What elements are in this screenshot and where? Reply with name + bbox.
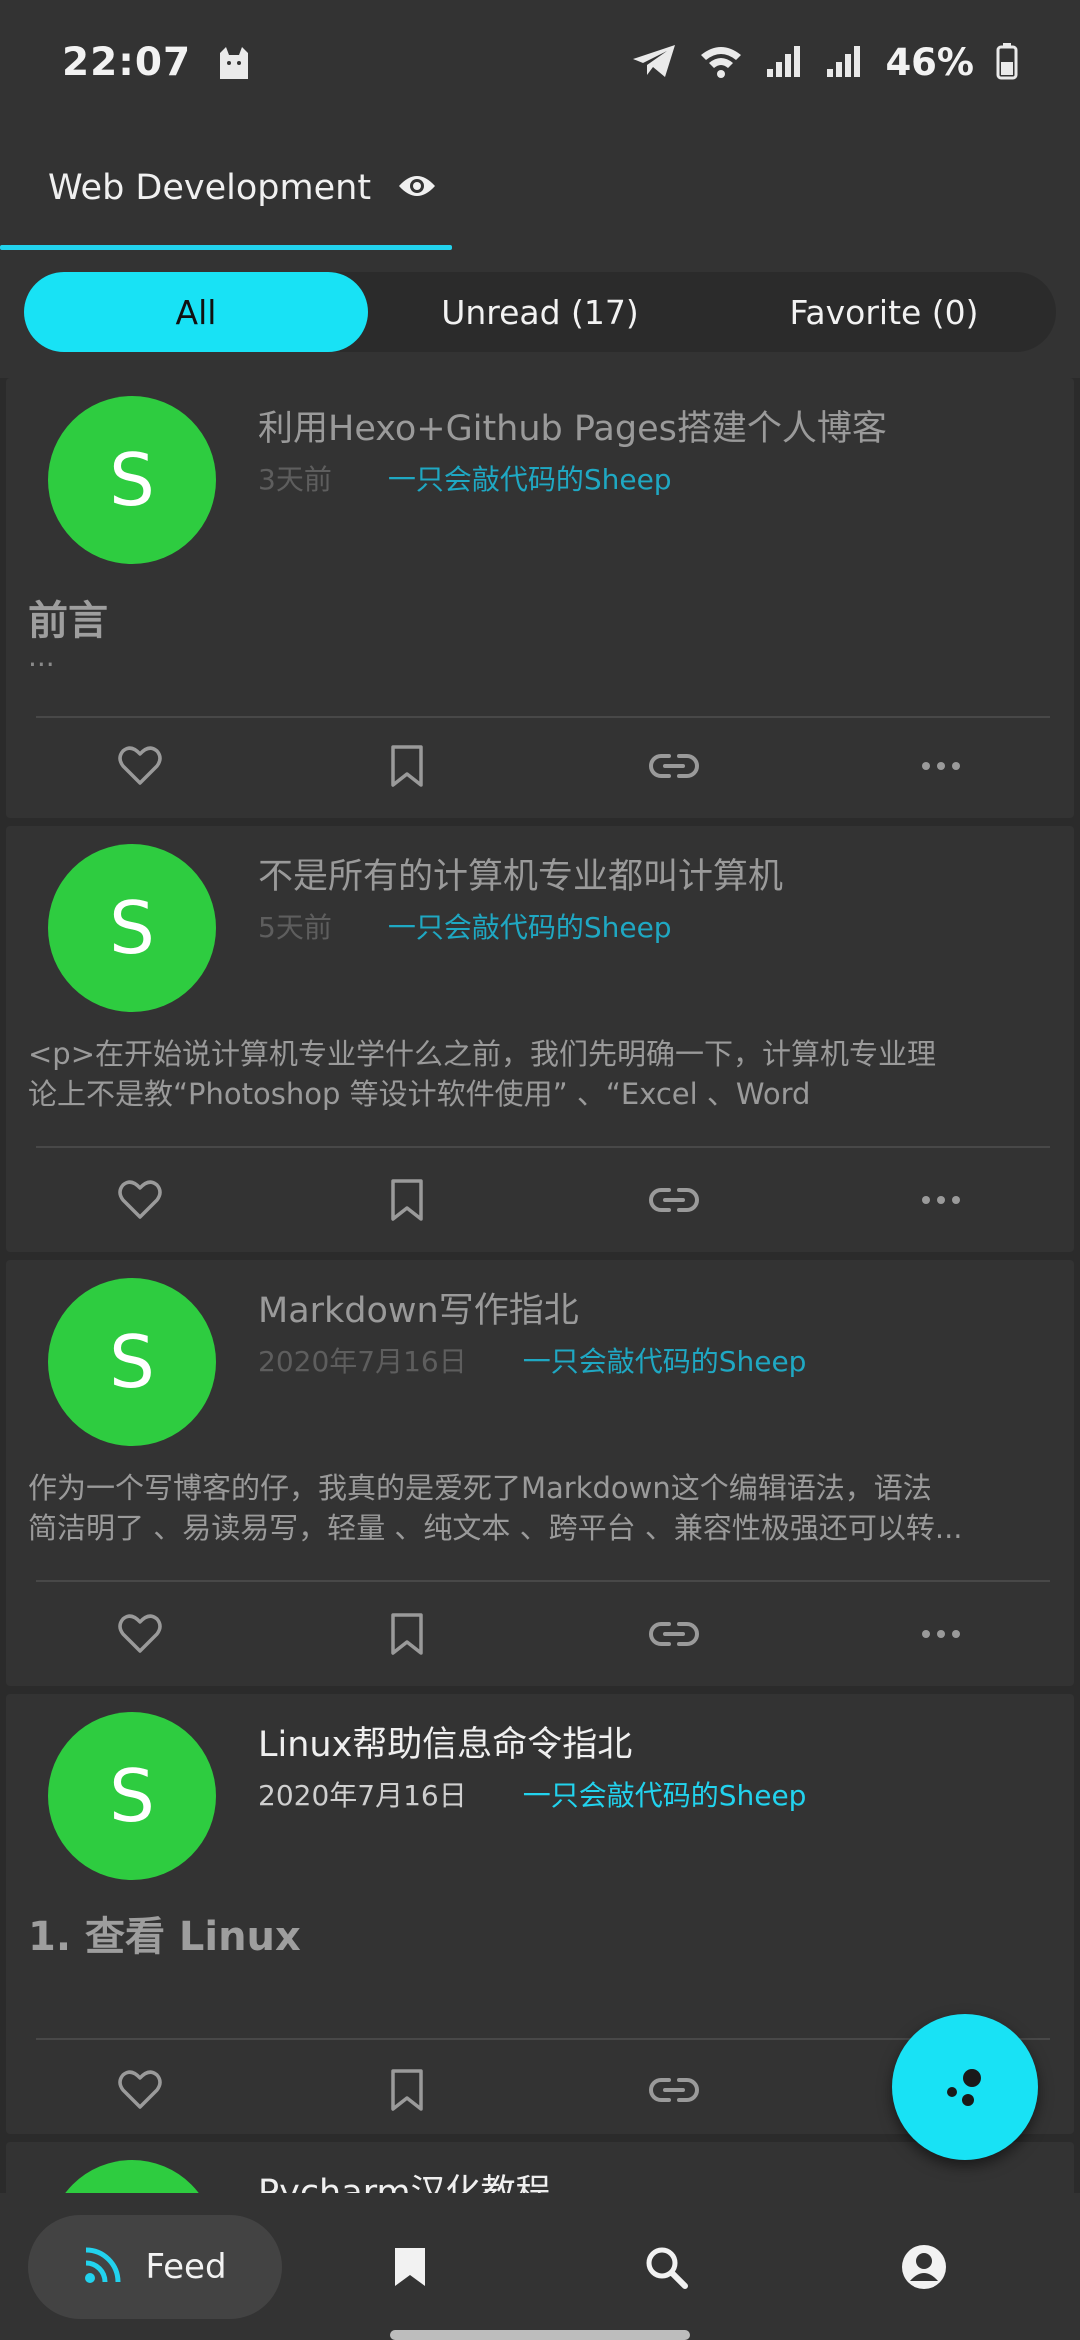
feed-list: S 利用Hexo+Github Pages搭建个人博客 3天前 一只会敲代码的S…	[0, 378, 1080, 2193]
rss-icon	[83, 2245, 123, 2289]
avatar: S	[48, 2160, 216, 2193]
avatar: S	[48, 1712, 216, 1880]
bookmark-icon[interactable]	[273, 2050, 540, 2130]
article-author-link[interactable]: 一只会敲代码的Sheep	[388, 458, 672, 498]
article-meta: 5天前 一只会敲代码的Sheep	[258, 906, 672, 946]
heart-icon[interactable]	[6, 2050, 273, 2130]
card-actions	[6, 1594, 1074, 1674]
link-icon[interactable]	[540, 726, 807, 806]
filter-favorite-button[interactable]: Favorite (0)	[712, 272, 1056, 352]
article-meta: 3天前 一只会敲代码的Sheep	[258, 458, 672, 498]
article-author-link[interactable]: 一只会敲代码的Sheep	[388, 906, 672, 946]
article-title[interactable]: 不是所有的计算机专业都叫计算机	[258, 848, 783, 899]
article-author-link[interactable]: 一只会敲代码的Sheep	[523, 1774, 807, 1814]
status-time: 22:07	[62, 40, 192, 85]
link-icon[interactable]	[540, 1594, 807, 1674]
feed-card[interactable]: S 利用Hexo+Github Pages搭建个人博客 3天前 一只会敲代码的S…	[6, 378, 1074, 818]
link-icon[interactable]	[540, 2050, 807, 2130]
article-author-link[interactable]: 一只会敲代码的Sheep	[523, 1340, 807, 1380]
avatar: S	[48, 1278, 216, 1446]
bookmark-icon[interactable]	[273, 1594, 540, 1674]
card-divider	[36, 716, 1050, 718]
article-title[interactable]: Linux帮助信息命令指北	[258, 1716, 632, 1767]
more-icon[interactable]	[807, 726, 1074, 806]
excerpt-line: 论上不是教“Photoshop 等设计软件使用” 、“Excel 、Word	[28, 1077, 811, 1111]
article-excerpt: 作为一个写博客的仔，我真的是爱死了Markdown这个编辑语法，语法 简洁明了 …	[28, 1468, 1058, 1548]
nav-account-icon[interactable]	[892, 2235, 956, 2299]
nav-bookmark-icon[interactable]	[378, 2235, 442, 2299]
nav-feed-button[interactable]: Feed	[28, 2214, 282, 2319]
filter-segmented-control: All Unread (17) Favorite (0)	[24, 272, 1056, 352]
nav-feed-label: Feed	[145, 2246, 227, 2287]
article-time: 5天前	[258, 911, 332, 944]
nav-search-icon[interactable]	[634, 2235, 698, 2299]
status-icons: 46%	[631, 41, 1018, 84]
excerpt-line: 简洁明了 、易读易写，轻量 、纯文本 、跨平台 、兼容性极强还可以转...	[28, 1511, 963, 1545]
article-title[interactable]: Pycharm汉化教程	[258, 2164, 551, 2193]
excerpt-line: 作为一个写博客的仔，我真的是爱死了Markdown这个编辑语法，语法	[28, 1471, 932, 1505]
avatar: S	[48, 396, 216, 564]
app-screen: 22:07 46% Web Development All Unread (17…	[0, 0, 1080, 2340]
article-excerpt: ...	[28, 640, 55, 673]
more-icon[interactable]	[807, 1160, 1074, 1240]
bookmark-icon[interactable]	[273, 726, 540, 806]
card-actions	[6, 726, 1074, 806]
eye-icon[interactable]	[397, 172, 437, 204]
article-excerpt: <p>在开始说计算机专业学什么之前，我们先明确一下，计算机专业理 论上不是教“P…	[28, 1034, 1058, 1114]
article-time: 2020年7月16日	[258, 1779, 467, 1812]
scatter-dots-fab-button[interactable]	[892, 2014, 1038, 2160]
feed-card[interactable]: S 不是所有的计算机专业都叫计算机 5天前 一只会敲代码的Sheep <p>在开…	[6, 826, 1074, 1252]
bookmark-icon[interactable]	[273, 1160, 540, 1240]
card-divider	[36, 1580, 1050, 1582]
article-heading: 前言	[28, 598, 108, 644]
status-bar: 22:07 46%	[0, 0, 1080, 125]
article-title[interactable]: 利用Hexo+Github Pages搭建个人博客	[258, 400, 887, 451]
cat-notification-icon	[217, 45, 251, 81]
heart-icon[interactable]	[6, 1594, 273, 1674]
heart-icon[interactable]	[6, 726, 273, 806]
card-divider	[36, 2038, 1050, 2040]
battery-percent: 46%	[885, 41, 974, 84]
home-indicator	[390, 2330, 690, 2340]
more-icon[interactable]	[807, 1594, 1074, 1674]
heart-icon[interactable]	[6, 1160, 273, 1240]
avatar: S	[48, 844, 216, 1012]
category-tab-bar: Web Development	[0, 125, 1080, 250]
link-icon[interactable]	[540, 1160, 807, 1240]
article-time: 3天前	[258, 463, 332, 496]
wifi-icon	[699, 43, 743, 83]
feed-card[interactable]: S Pycharm汉化教程	[6, 2142, 1074, 2193]
signal-icon	[765, 43, 803, 83]
filter-unread-button[interactable]: Unread (17)	[368, 272, 712, 352]
filter-bar: All Unread (17) Favorite (0)	[0, 250, 1080, 378]
excerpt-line: <p>在开始说计算机专业学什么之前，我们先明确一下，计算机专业理	[28, 1037, 937, 1071]
filter-all-button[interactable]: All	[24, 272, 368, 352]
card-divider	[36, 1146, 1050, 1148]
article-meta: 2020年7月16日 一只会敲代码的Sheep	[258, 1774, 806, 1814]
article-title[interactable]: Markdown写作指北	[258, 1282, 579, 1333]
tab-label: Web Development	[48, 167, 372, 208]
article-meta: 2020年7月16日 一只会敲代码的Sheep	[258, 1340, 806, 1380]
battery-icon	[996, 42, 1018, 84]
article-time: 2020年7月16日	[258, 1345, 467, 1378]
tab-web-development[interactable]: Web Development	[0, 125, 452, 250]
signal-icon	[825, 43, 863, 83]
article-heading: 1. 查看 Linux	[28, 1914, 301, 1960]
telegram-icon	[631, 43, 677, 83]
scatter-dots-icon	[942, 2062, 988, 2112]
card-actions	[6, 1160, 1074, 1240]
feed-card[interactable]: S Markdown写作指北 2020年7月16日 一只会敲代码的Sheep 作…	[6, 1260, 1074, 1686]
